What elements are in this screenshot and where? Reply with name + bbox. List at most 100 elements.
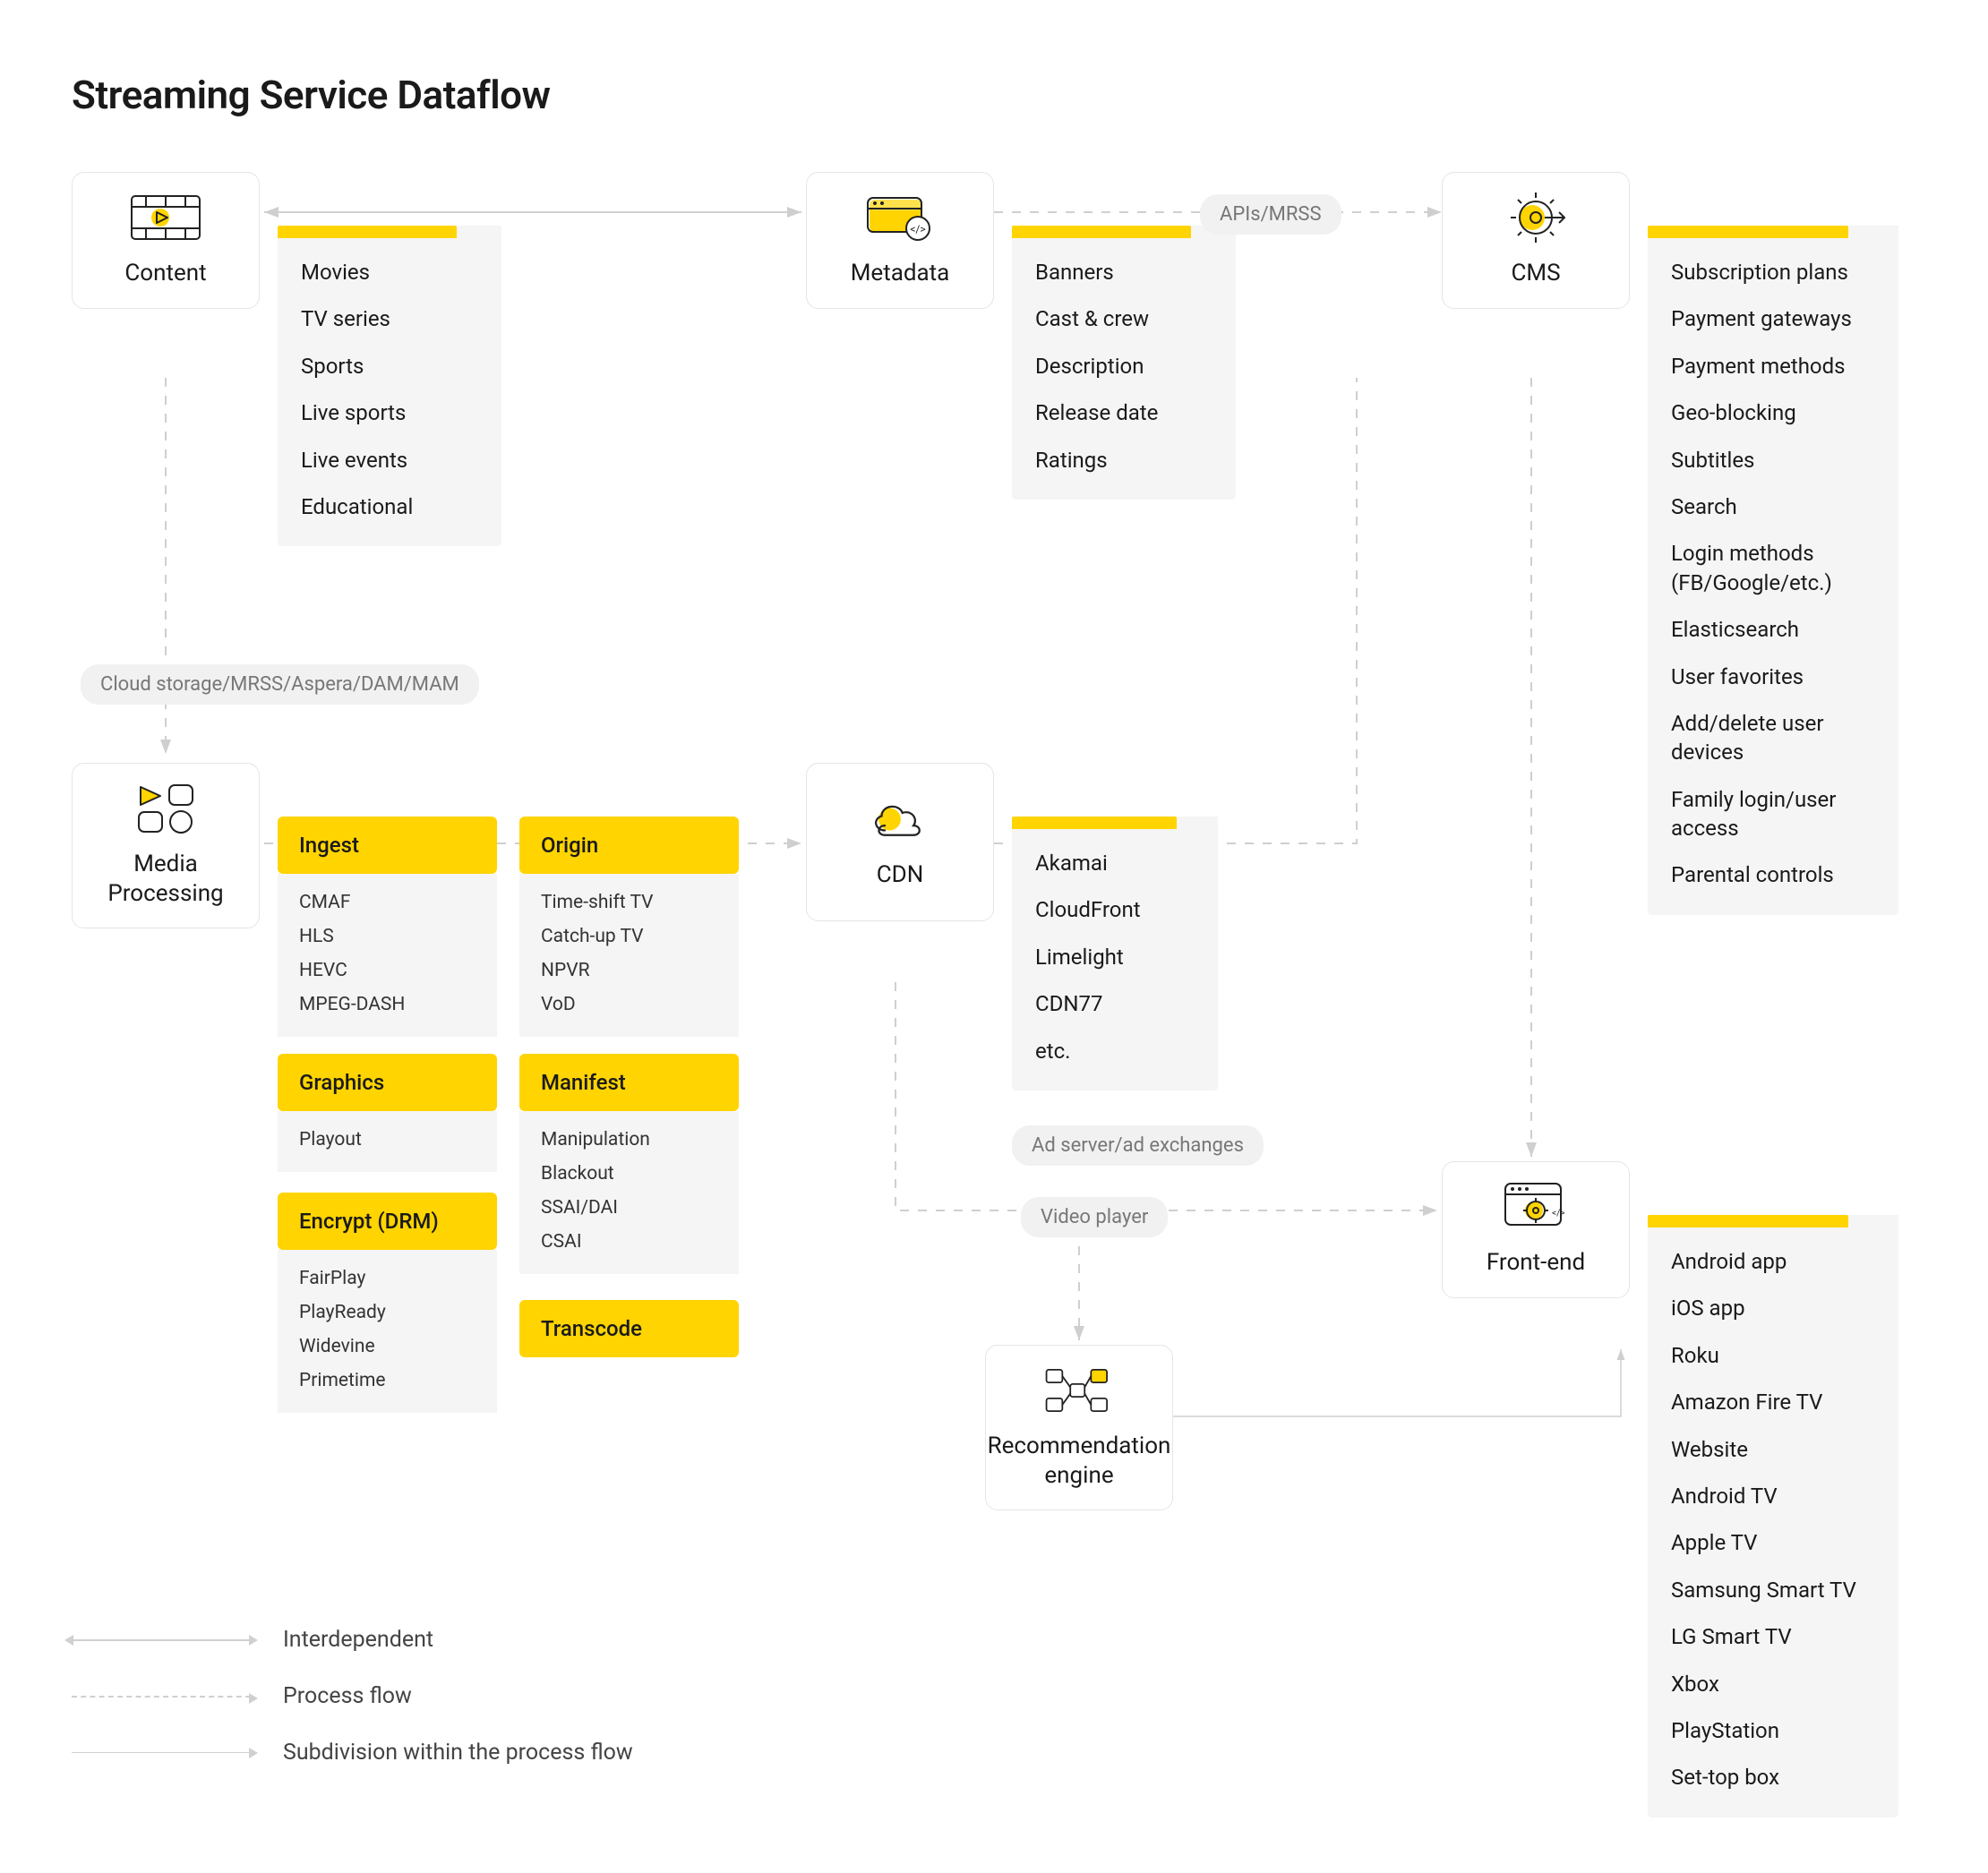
node-cms: CMS <box>1442 172 1630 309</box>
list-item: Time-shift TV <box>541 892 717 913</box>
list-item: Live events <box>301 446 478 475</box>
legend: Interdependent Process flow Subdivision … <box>72 1627 633 1766</box>
list-item: Roku <box>1671 1341 1875 1370</box>
metadata-icon: </> <box>864 189 936 246</box>
node-cms-label: CMS <box>1511 259 1560 288</box>
list-item: VoD <box>541 994 717 1015</box>
list-item: Android app <box>1671 1247 1875 1276</box>
list-item: Payment gateways <box>1671 304 1875 333</box>
legend-interdependent-label: Interdependent <box>283 1627 433 1653</box>
list-item: Samsung Smart TV <box>1671 1576 1875 1604</box>
list-item: MPEG-DASH <box>299 994 476 1015</box>
sub-graphics-items: Playout <box>278 1111 497 1172</box>
node-frontend: </> Front-end <box>1442 1161 1630 1298</box>
panel-content: MoviesTV seriesSportsLive sportsLive eve… <box>278 226 501 546</box>
panel-metadata-items: Banners Cast & crew Description Release dat… <box>1012 238 1236 500</box>
list-item: HEVC <box>299 960 476 981</box>
node-metadata-label: Metadata <box>851 259 950 288</box>
panel-content-items: MoviesTV seriesSportsLive sportsLive eve… <box>278 238 501 546</box>
list-item: PlayReady <box>299 1302 476 1323</box>
list-item: User favorites <box>1671 663 1875 691</box>
label-cloud-storage: Cloud storage/MRSS/Aspera/DAM/MAM <box>81 664 479 705</box>
sub-encrypt-items: FairPlayPlayReadyWidevinePrimetime <box>278 1250 497 1413</box>
cloud-icon <box>864 791 936 848</box>
legend-interdependent: Interdependent <box>72 1627 633 1653</box>
sub-origin: Origin Time-shift TVCatch-up TVNPVRVoD <box>519 817 739 1037</box>
list-item: CSAI <box>541 1231 717 1253</box>
list-item: Family login/user access <box>1671 785 1875 843</box>
list-item: CloudFront <box>1035 895 1195 924</box>
legend-process-flow-label: Process flow <box>283 1683 412 1709</box>
panel-bar <box>1012 817 1177 829</box>
legend-subdivision: Subdivision within the process flow <box>72 1740 633 1766</box>
node-content: Content <box>72 172 260 309</box>
sub-encrypt-title: Encrypt (DRM) <box>278 1193 497 1250</box>
list-item: Catch-up TV <box>541 926 717 947</box>
list-item: Geo-blocking <box>1671 398 1875 427</box>
list-item: Add/delete user devices <box>1671 709 1875 767</box>
sub-graphics-title: Graphics <box>278 1054 497 1111</box>
list-item: CDN77 <box>1035 989 1195 1018</box>
list-item: Cast & crew <box>1035 304 1213 333</box>
legend-subdivision-label: Subdivision within the process flow <box>283 1740 633 1766</box>
list-item: Limelight <box>1035 943 1195 971</box>
list-item: Playout <box>299 1129 476 1150</box>
list-item: Movies <box>301 258 478 287</box>
list-item: Manipulation <box>541 1129 717 1150</box>
list-item: Subtitles <box>1671 446 1875 475</box>
panel-cdn: Akamai CloudFront Limelight CDN77 etc. <box>1012 817 1218 1090</box>
list-item: TV series <box>301 304 478 333</box>
page-title: Streaming Service Dataflow <box>72 72 1916 118</box>
label-ad-server: Ad server/ad exchanges <box>1012 1125 1264 1166</box>
list-item: Educational <box>301 492 478 521</box>
film-icon <box>130 189 201 246</box>
sub-manifest: Manifest ManipulationBlackoutSSAI/DAICSA… <box>519 1054 739 1274</box>
gear-icon <box>1500 189 1572 246</box>
list-item: CMAF <box>299 892 476 913</box>
list-item: Akamai <box>1035 849 1195 877</box>
node-frontend-label: Front-end <box>1487 1248 1585 1278</box>
list-item: Primetime <box>299 1370 476 1391</box>
panel-cms: Subscription plansPayment gatewaysPaymen… <box>1648 226 1898 915</box>
list-item: Description <box>1035 352 1213 381</box>
list-item: SSAI/DAI <box>541 1197 717 1219</box>
list-item: Banners <box>1035 258 1213 287</box>
sub-manifest-items: Manipulation Blackout SSAI/DAI CSAI <box>519 1111 739 1274</box>
node-media-processing: Media Processing <box>72 763 260 928</box>
list-item: iOS app <box>1671 1294 1875 1322</box>
list-item: Sports <box>301 352 478 381</box>
sub-encrypt: Encrypt (DRM) FairPlayPlayReadyWidevineP… <box>278 1193 497 1413</box>
list-item: Ratings <box>1035 446 1213 475</box>
diagram-canvas: Content MoviesTV seriesSportsLive sports… <box>72 172 1916 1873</box>
node-content-label: Content <box>124 259 206 288</box>
panel-bar <box>1648 226 1848 238</box>
sub-ingest-title: Ingest <box>278 817 497 874</box>
panel-bar <box>278 226 457 238</box>
list-item: etc. <box>1035 1037 1195 1065</box>
node-metadata: </> Metadata <box>806 172 994 309</box>
label-apis-mrss: APIs/MRSS <box>1200 194 1341 235</box>
panel-bar <box>1648 1215 1848 1227</box>
sub-ingest-items: CMAF HLS HEVC MPEG-DASH <box>278 874 497 1037</box>
browser-gear-icon: </> <box>1500 1178 1572 1236</box>
label-video-player: Video player <box>1021 1197 1168 1237</box>
panel-cdn-items: Akamai CloudFront Limelight CDN77 etc. <box>1012 829 1218 1090</box>
list-item: Login methods (FB/Google/etc.) <box>1671 539 1875 597</box>
sub-transcode: Transcode <box>519 1300 739 1357</box>
node-media-processing-label: Media Processing <box>85 850 246 908</box>
media-processing-icon <box>130 780 201 837</box>
sub-graphics: Graphics Playout <box>278 1054 497 1172</box>
list-item: Elasticsearch <box>1671 615 1875 644</box>
panel-frontend-items: Android appiOS appRokuAmazon Fire TVWebs… <box>1648 1227 1898 1817</box>
node-recommendation: Recommendation engine <box>985 1345 1173 1510</box>
list-item: Blackout <box>541 1163 717 1185</box>
sub-ingest: Ingest CMAF HLS HEVC MPEG-DASH <box>278 817 497 1037</box>
list-item: LG Smart TV <box>1671 1622 1875 1651</box>
sub-transcode-title: Transcode <box>519 1300 739 1357</box>
panel-frontend: Android appiOS appRokuAmazon Fire TVWebs… <box>1648 1215 1898 1817</box>
list-item: FairPlay <box>299 1268 476 1289</box>
list-item: Release date <box>1035 398 1213 427</box>
list-item: Payment methods <box>1671 352 1875 381</box>
list-item: Android TV <box>1671 1482 1875 1510</box>
list-item: HLS <box>299 926 476 947</box>
